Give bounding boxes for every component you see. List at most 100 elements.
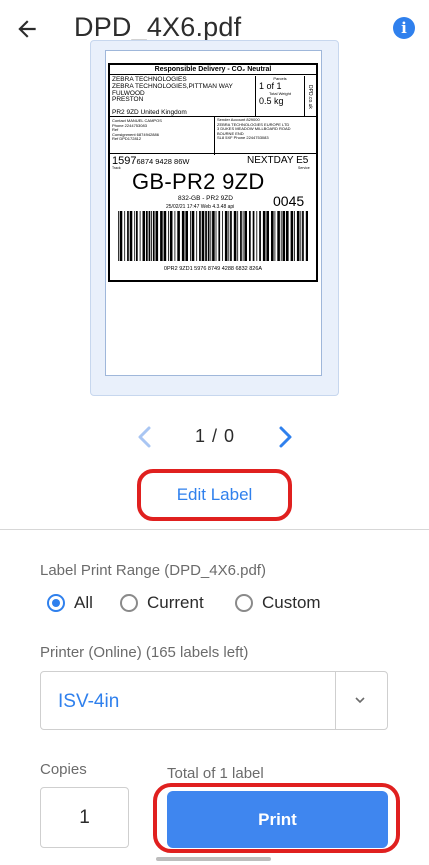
- barcode-bar: [163, 211, 167, 261]
- barcode-bar: [139, 211, 141, 261]
- label-barcode: [118, 211, 308, 261]
- label-barcode-text: 0PR2 9ZD1 5976 8749 4288 6832 826A: [163, 266, 263, 272]
- barcode-bar: [212, 211, 215, 261]
- barcode-bar: [259, 211, 261, 261]
- barcode-bar: [215, 211, 217, 261]
- barcode-bar: [230, 211, 232, 261]
- barcode-bar: [282, 211, 286, 261]
- barcode-bar: [146, 211, 148, 261]
- label-banner: Responsible Delivery - CO₂ Neutral: [110, 65, 316, 75]
- total-labels: Total of 1 label: [167, 765, 264, 782]
- label-side-text: DPD.co.uk: [307, 85, 313, 109]
- barcode-bar: [222, 211, 223, 261]
- section-divider: [0, 529, 429, 530]
- barcode-bar: [177, 211, 180, 261]
- barcode-bar: [155, 211, 159, 261]
- label-tracking-number: 15976874 9428 86W: [112, 155, 190, 167]
- barcode-bar: [174, 211, 176, 261]
- barcode-bar: [169, 211, 173, 261]
- label-details-grid: Contact MANUEL CAMPOS Phone 2244753083 R…: [110, 116, 316, 155]
- range-option-current[interactable]: Current: [120, 593, 204, 613]
- barcode-bar: [119, 211, 123, 261]
- chevron-right-icon[interactable]: [275, 425, 297, 449]
- label-parcels-box: Parcels 1 of 1 Total Weight 0.5 kg: [255, 76, 305, 116]
- label-date-line: 25/02/21 17:47 Web 4.3.48 api: [166, 204, 235, 210]
- range-option-current-label: Current: [147, 593, 204, 612]
- barcode-bar: [142, 211, 146, 261]
- printer-label: Printer (Online) (165 labels left): [40, 644, 249, 661]
- shipping-label-preview: Responsible Delivery - CO₂ Neutral ZEBRA…: [108, 63, 318, 282]
- barcode-bar: [294, 211, 295, 261]
- barcode-bar: [252, 211, 255, 261]
- barcode-bar: [262, 211, 266, 261]
- edit-label-button[interactable]: Edit Label: [137, 469, 292, 521]
- barcode-bar: [185, 211, 188, 261]
- barcode-bar: [190, 211, 191, 261]
- chevron-down-icon[interactable]: [353, 694, 367, 706]
- range-option-all[interactable]: All: [47, 593, 93, 613]
- radio-unchecked-icon: [235, 594, 253, 612]
- radio-unchecked-icon: [120, 594, 138, 612]
- label-service: NEXTDAY E5: [247, 155, 309, 166]
- range-option-all-label: All: [74, 593, 93, 612]
- barcode-bar: [233, 211, 237, 261]
- barcode-bar: [300, 211, 302, 261]
- barcode-bar: [207, 211, 210, 261]
- arrow-left-icon[interactable]: [14, 16, 40, 42]
- barcode-bar: [228, 211, 230, 261]
- home-indicator: [156, 857, 271, 861]
- chevron-left-icon[interactable]: [133, 425, 155, 449]
- barcode-bar: [249, 211, 251, 261]
- barcode-bar: [181, 211, 185, 261]
- label-service-caption: Service: [298, 166, 310, 170]
- copies-label: Copies: [40, 761, 87, 778]
- range-option-custom[interactable]: Custom: [235, 593, 321, 613]
- barcode-bar: [148, 211, 151, 261]
- barcode-bar: [305, 211, 308, 261]
- barcode-bar: [124, 211, 126, 261]
- copies-input[interactable]: 1: [40, 787, 129, 848]
- label-route-number: 0045: [273, 193, 305, 209]
- barcode-bar: [280, 211, 282, 261]
- barcode-bar: [244, 211, 247, 261]
- barcode-bar: [277, 211, 280, 261]
- barcode-bar: [274, 211, 276, 261]
- barcode-bar: [191, 211, 195, 261]
- barcode-bar: [199, 211, 201, 261]
- printer-value: ISV-4in: [58, 691, 120, 712]
- barcode-bar: [118, 211, 119, 261]
- info-icon[interactable]: i: [393, 17, 415, 39]
- barcode-bar: [242, 211, 244, 261]
- barcode-bar: [129, 211, 133, 261]
- label-postcode: PR2 9ZD United Kingdom: [112, 109, 187, 116]
- barcode-bar: [134, 211, 136, 261]
- barcode-bar: [224, 211, 228, 261]
- barcode-bar: [286, 211, 289, 261]
- barcode-bar: [266, 211, 269, 261]
- page-indicator: 1 / 0: [194, 426, 236, 446]
- label-sender-address: ZEBRA TECHNOLOGIES ZEBRA TECHNOLOGIES,PI…: [112, 76, 233, 104]
- barcode-bar: [168, 211, 169, 261]
- barcode-bar: [196, 211, 198, 261]
- barcode-bar: [201, 211, 205, 261]
- barcode-bar: [160, 211, 163, 261]
- barcode-bar: [256, 211, 258, 261]
- print-button[interactable]: Print: [167, 791, 388, 848]
- barcode-bar: [136, 211, 138, 261]
- label-route-code: GB-PR2 9ZD: [132, 169, 265, 194]
- barcode-bar: [237, 211, 239, 261]
- barcode-bar: [296, 211, 300, 261]
- printer-select[interactable]: ISV-4in: [40, 671, 388, 730]
- barcode-bar: [127, 211, 129, 261]
- barcode-bar: [205, 211, 207, 261]
- barcode-bar: [240, 211, 242, 261]
- barcode-bar: [290, 211, 294, 261]
- printer-select-separator: [335, 672, 336, 729]
- label-track-caption: Track: [112, 166, 121, 170]
- barcode-bar: [210, 211, 212, 261]
- barcode-bar: [271, 211, 274, 261]
- label-route-small: 832-GB - PR2 9ZD: [178, 195, 233, 202]
- print-range-label: Label Print Range (DPD_4X6.pdf): [40, 562, 266, 579]
- barcode-bar: [218, 211, 221, 261]
- radio-checked-icon: [47, 594, 65, 612]
